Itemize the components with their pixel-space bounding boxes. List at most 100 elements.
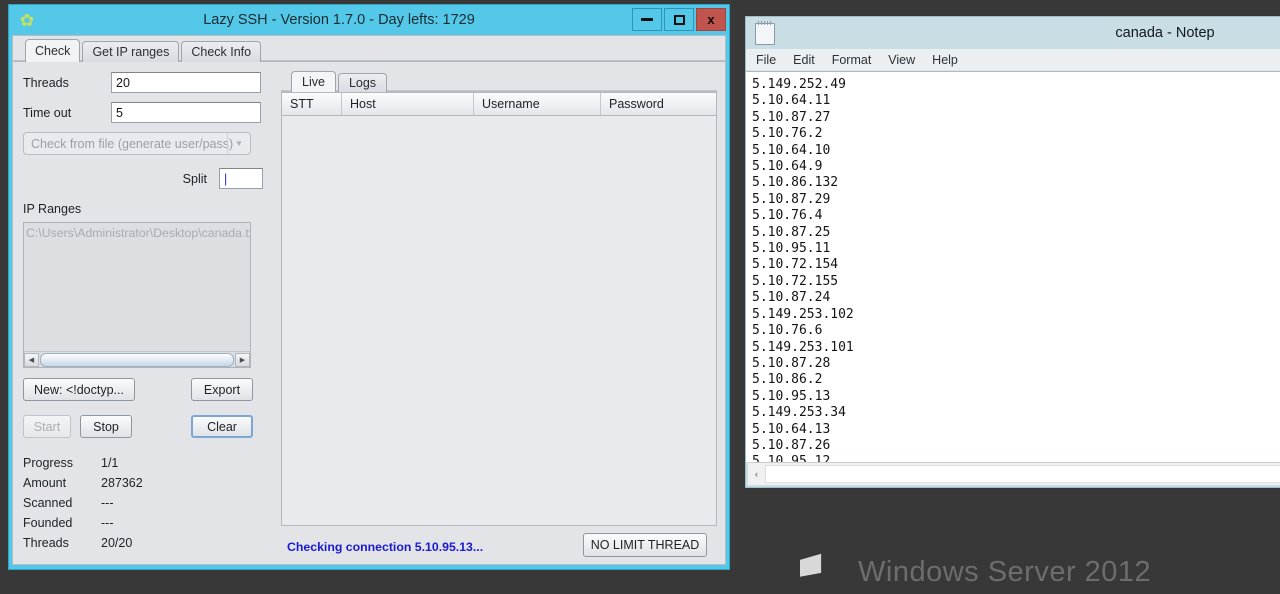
- results-table-header: STT Host Username Password: [282, 93, 716, 116]
- menu-edit[interactable]: Edit: [793, 53, 815, 67]
- results-tab-bar: Live Logs: [281, 70, 717, 92]
- maximize-button[interactable]: [664, 8, 694, 31]
- ip-ranges-textarea[interactable]: C:\Users\Administrator\Desktop\canada.tx…: [23, 222, 251, 368]
- threads-row: Threads: [23, 72, 275, 93]
- scroll-left-icon[interactable]: ◀: [24, 352, 39, 367]
- stat-row: Amount 287362: [23, 473, 275, 493]
- threads-input[interactable]: [111, 72, 261, 93]
- split-input[interactable]: [219, 168, 263, 189]
- notepad-line: 5.10.64.13: [752, 421, 831, 437]
- results-table: STT Host Username Password: [281, 92, 717, 526]
- scrollbar-track[interactable]: [765, 465, 1280, 483]
- notepad-line: 5.10.86.132: [752, 175, 839, 191]
- column-host[interactable]: Host: [342, 93, 474, 115]
- results-table-body[interactable]: [282, 116, 716, 525]
- notepad-titlebar[interactable]: canada - Notep: [746, 17, 1280, 49]
- stat-value: ---: [101, 496, 114, 510]
- lazyssh-titlebar[interactable]: ✿ Lazy SSH - Version 1.7.0 - Day lefts: …: [9, 5, 729, 35]
- notepad-line: 5.10.86.2: [752, 372, 823, 388]
- timeout-label: Time out: [23, 105, 72, 120]
- stat-label: Progress: [23, 456, 74, 470]
- ip-ranges-label: IP Ranges: [23, 202, 82, 216]
- close-button[interactable]: x: [696, 8, 726, 31]
- stat-row: Scanned ---: [23, 493, 275, 513]
- notepad-window: canada - Notep File Edit Format View Hel…: [745, 16, 1280, 488]
- window-title: Lazy SSH - Version 1.7.0 - Day lefts: 17…: [203, 12, 475, 28]
- status-bar: Checking connection 5.10.95.13... NO LIM…: [281, 530, 717, 564]
- stat-label: Threads: [23, 536, 69, 550]
- column-stt[interactable]: STT: [282, 93, 342, 115]
- source-mode-dropdown[interactable]: Check from file (generate user/pass) ▼: [23, 132, 251, 155]
- notepad-line: 5.10.72.154: [752, 257, 839, 273]
- scroll-left-icon[interactable]: ‹: [748, 465, 765, 483]
- tab-check[interactable]: Check: [25, 39, 81, 62]
- menu-help[interactable]: Help: [932, 53, 958, 67]
- notepad-line: 5.10.87.29: [752, 191, 831, 207]
- notepad-line: 5.10.76.4: [752, 208, 823, 224]
- statistics-panel: Progress 1/1 Amount 287362 Scanned --- F…: [23, 453, 275, 553]
- stat-value: 287362: [101, 476, 143, 490]
- notepad-line: 5.10.87.26: [752, 437, 831, 453]
- tab-logs[interactable]: Logs: [337, 73, 388, 92]
- notepad-line: 5.10.64.9: [752, 159, 823, 175]
- source-mode-label: Check from file (generate user/pass): [31, 136, 234, 151]
- notepad-line: 5.10.95.12: [752, 454, 831, 462]
- watermark-text: Windows Server 2012: [858, 555, 1152, 588]
- notepad-line: 5.10.87.25: [752, 224, 831, 240]
- lazyssh-body: Check Get IP ranges Check Info Threads T…: [12, 35, 726, 565]
- threads-label: Threads: [23, 75, 69, 90]
- minimize-button[interactable]: [632, 8, 662, 31]
- menu-file[interactable]: File: [756, 53, 776, 67]
- file-button-row: New: <!doctyp... Export: [23, 378, 253, 401]
- new-file-button[interactable]: New: <!doctyp...: [23, 378, 135, 401]
- start-button[interactable]: Start: [23, 415, 71, 438]
- notepad-line: 5.149.253.102: [752, 306, 854, 322]
- clear-button[interactable]: Clear: [191, 415, 253, 438]
- scroll-right-icon[interactable]: ▶: [235, 352, 250, 367]
- chevron-down-icon: ▼: [227, 133, 250, 154]
- leaf-icon: ✿: [19, 10, 35, 30]
- notepad-line: 5.149.253.101: [752, 339, 854, 355]
- scrollbar-thumb[interactable]: [40, 352, 234, 367]
- stat-row: Founded ---: [23, 513, 275, 533]
- notepad-line: 5.10.87.27: [752, 109, 831, 125]
- tab-live[interactable]: Live: [291, 71, 336, 92]
- window-controls: x: [632, 8, 726, 31]
- notepad-line: 5.10.76.6: [752, 323, 823, 339]
- notepad-line: 5.149.253.34: [752, 405, 846, 421]
- status-text: Checking connection 5.10.95.13...: [287, 540, 484, 554]
- desktop-watermark: Windows Server 2012: [800, 552, 1151, 592]
- lazyssh-window: ✿ Lazy SSH - Version 1.7.0 - Day lefts: …: [8, 4, 730, 570]
- notepad-text-area[interactable]: 5.149.252.49 5.10.64.11 5.10.87.27 5.10.76.…: [746, 71, 1280, 462]
- split-label: Split: [182, 171, 207, 186]
- notepad-line: 5.10.64.11: [752, 93, 831, 109]
- content-area: Threads Time out Check from file (genera…: [13, 62, 725, 564]
- windows-flag-icon: [800, 550, 844, 594]
- notepad-line: 5.10.87.24: [752, 290, 831, 306]
- notepad-hscrollbar[interactable]: ‹: [748, 462, 1280, 485]
- stat-row: Threads 20/20: [23, 533, 275, 553]
- stat-value: ---: [101, 516, 114, 530]
- ip-ranges-hscrollbar[interactable]: ◀ ▶: [24, 351, 250, 367]
- notepad-line: 5.10.76.2: [752, 126, 823, 142]
- control-button-row: Start Stop Clear: [23, 415, 253, 438]
- notepad-line: 5.10.87.28: [752, 355, 831, 371]
- tab-get-ip-ranges[interactable]: Get IP ranges: [82, 41, 180, 62]
- column-username[interactable]: Username: [474, 93, 601, 115]
- stat-value: 20/20: [101, 536, 133, 550]
- no-limit-thread-button[interactable]: NO LIMIT THREAD: [583, 533, 707, 557]
- column-password[interactable]: Password: [601, 93, 716, 115]
- stat-label: Founded: [23, 516, 73, 530]
- notepad-menubar: File Edit Format View Help: [746, 49, 1280, 71]
- timeout-input[interactable]: [111, 102, 261, 123]
- notepad-line: 5.10.72.155: [752, 273, 839, 289]
- export-button[interactable]: Export: [191, 378, 253, 401]
- tab-check-info[interactable]: Check Info: [181, 41, 262, 62]
- notepad-title: canada - Notep: [1115, 25, 1215, 41]
- notepad-icon: [755, 21, 775, 45]
- notepad-line: 5.149.252.49: [752, 77, 846, 92]
- stop-button[interactable]: Stop: [80, 415, 132, 438]
- menu-view[interactable]: View: [888, 53, 915, 67]
- notepad-line: 5.10.95.11: [752, 241, 831, 257]
- menu-format[interactable]: Format: [832, 53, 872, 67]
